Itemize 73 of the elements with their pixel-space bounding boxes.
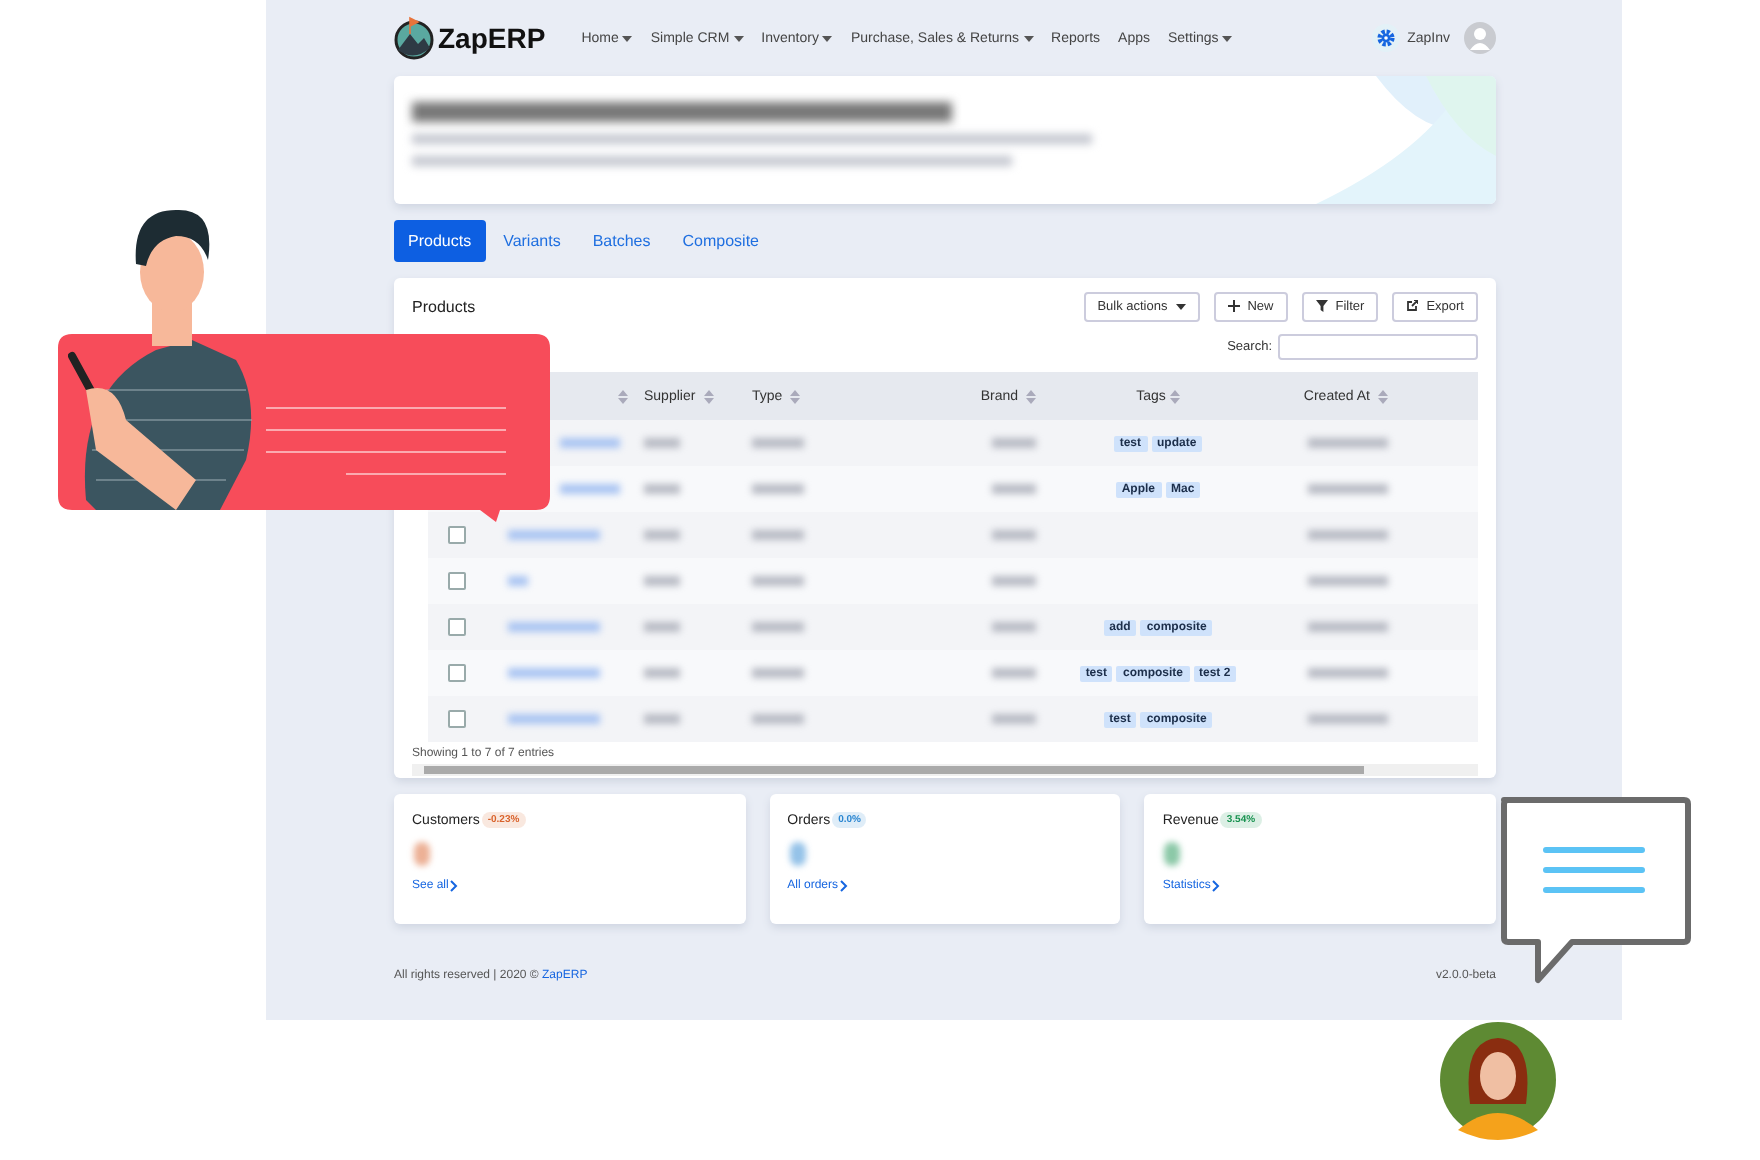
tab[interactable]: Batches xyxy=(578,220,665,262)
blurred-text xyxy=(508,576,528,586)
blurred-text xyxy=(1308,714,1388,724)
caret-icon xyxy=(1175,303,1186,309)
row-checkbox[interactable] xyxy=(447,526,465,544)
blurred-text xyxy=(752,668,804,678)
blurred-text xyxy=(992,484,1036,494)
blurred-text xyxy=(644,622,680,632)
caret-icon xyxy=(733,35,744,41)
sort-icon[interactable] xyxy=(1169,389,1180,403)
blurred-text xyxy=(644,714,680,724)
row-checkbox[interactable] xyxy=(447,618,465,636)
blurred-text xyxy=(992,438,1036,448)
plus-icon xyxy=(1227,300,1240,312)
blurred-text xyxy=(1308,484,1388,494)
caret-icon xyxy=(1023,35,1034,41)
caret-icon xyxy=(822,35,833,41)
sort-icon[interactable] xyxy=(703,389,714,403)
horizontal-scrollbar[interactable] xyxy=(412,764,1478,776)
blurred-text xyxy=(1308,438,1388,448)
search-field[interactable] xyxy=(1278,334,1478,360)
blurred-text xyxy=(992,668,1036,678)
blurred-text xyxy=(1308,668,1388,678)
chevron-right-icon xyxy=(1212,880,1221,892)
avatar-drawing xyxy=(1438,1020,1558,1140)
export-icon xyxy=(1406,300,1419,312)
blurred-text xyxy=(508,714,600,724)
blurred-text xyxy=(992,576,1036,586)
blurred-text xyxy=(508,530,600,540)
blurred-text xyxy=(992,622,1036,632)
blurred-text xyxy=(992,714,1036,724)
tab[interactable]: Products xyxy=(394,220,486,262)
sort-icon[interactable] xyxy=(618,389,628,403)
blurred-text xyxy=(752,530,804,540)
filter-icon xyxy=(1315,300,1328,312)
blurred-text xyxy=(1308,622,1388,632)
blurred-text xyxy=(1308,576,1388,586)
sort-icon[interactable] xyxy=(1378,389,1388,403)
blurred-text xyxy=(752,484,804,494)
sort-icon[interactable] xyxy=(1026,389,1036,403)
row-checkbox[interactable] xyxy=(447,710,465,728)
tab[interactable]: Variants xyxy=(489,220,575,262)
blurred-text xyxy=(752,438,804,448)
brand-name[interactable]: ZapERP xyxy=(438,22,546,54)
blurred-value xyxy=(414,842,430,866)
card-title: Products xyxy=(412,297,476,315)
logo-icon xyxy=(394,16,434,60)
blurred-text xyxy=(508,622,600,632)
blurred-text xyxy=(752,622,804,632)
tab[interactable]: Composite xyxy=(668,220,773,262)
blurred-text xyxy=(644,530,680,540)
chevron-right-icon xyxy=(840,880,849,892)
blurred-text xyxy=(644,576,680,586)
blurred-text xyxy=(560,438,620,448)
caret-icon xyxy=(1222,35,1233,41)
blurred-text xyxy=(560,484,620,494)
avatar-icon[interactable] xyxy=(1464,22,1496,54)
blurred-text xyxy=(644,438,680,448)
blurred-value xyxy=(789,842,806,866)
blurred-text xyxy=(508,668,600,678)
blurred-text xyxy=(644,484,680,494)
settings-button[interactable] xyxy=(1371,24,1400,52)
blurred-text xyxy=(1308,530,1388,540)
row-checkbox[interactable] xyxy=(447,664,465,682)
chevron-right-icon xyxy=(450,880,459,892)
caret-icon xyxy=(622,35,633,41)
blurred-text xyxy=(644,668,680,678)
blurred-text xyxy=(752,576,804,586)
blurred-text xyxy=(992,530,1036,540)
blurred-text xyxy=(752,714,804,724)
row-checkbox[interactable] xyxy=(447,572,465,590)
sort-icon[interactable] xyxy=(790,389,801,403)
blurred-value xyxy=(1164,842,1181,866)
